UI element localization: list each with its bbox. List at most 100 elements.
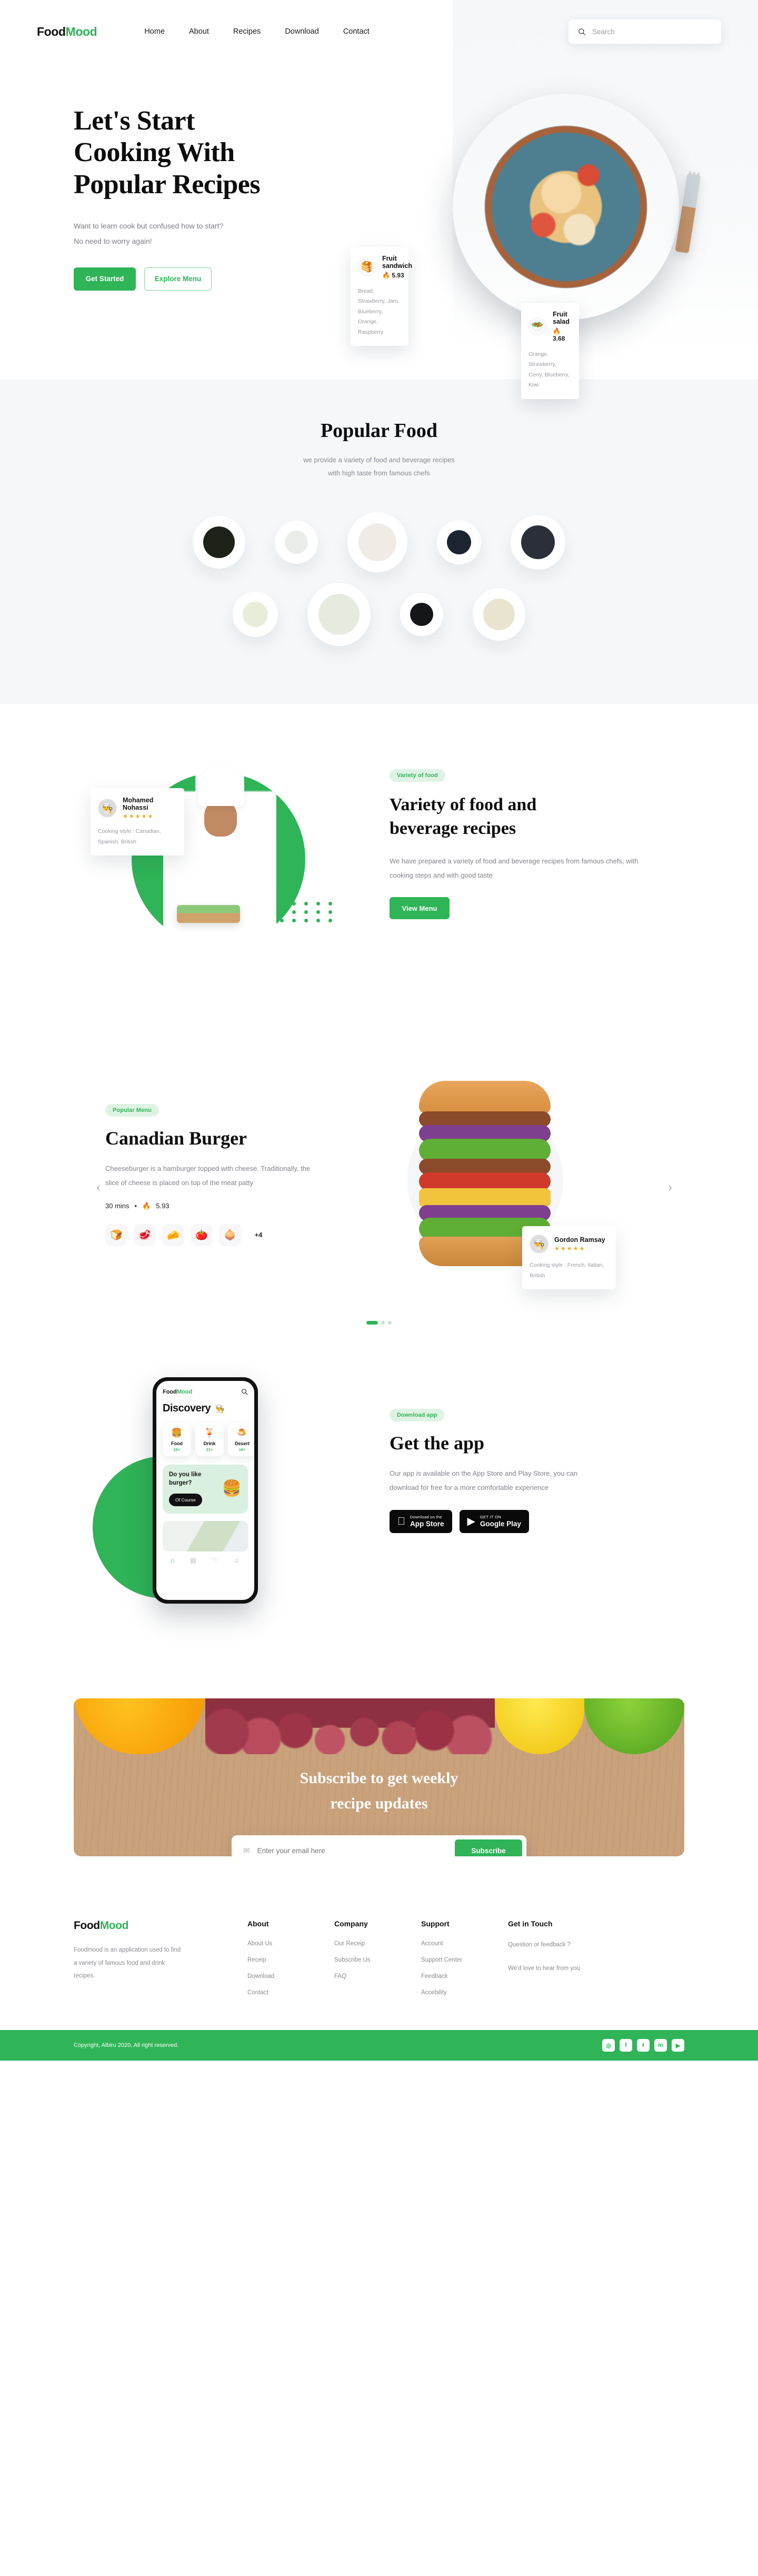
app-logo-food: Food <box>163 1388 177 1395</box>
footer-column-about: About About Us Receip Download Contact <box>247 1919 334 2004</box>
app-nav-icon-3[interactable]: ♡ <box>212 1557 218 1564</box>
logo-text-mood: Mood <box>65 24 97 38</box>
subscribe-button[interactable]: Subscribe <box>455 1839 522 1857</box>
get-app-body: Our app is available on the App Store an… <box>390 1469 578 1492</box>
search-box[interactable]: Search <box>568 19 721 44</box>
footer-link-subscribe-us[interactable]: Subscribe Us <box>334 1957 370 1963</box>
food-plate-image <box>318 594 360 635</box>
food-card-name: Fruit sandwich <box>382 255 412 270</box>
ingredient-chip-5[interactable]: 🧅 <box>219 1224 241 1246</box>
food-plate-egg-salad-toast-plate[interactable] <box>275 521 318 564</box>
food-plate-image <box>521 525 555 560</box>
footer-brand: FoodMood Foodmood is an application used… <box>74 1919 247 2004</box>
footer-get-in-touch: Get in Touch Question or feedback ? We'd… <box>508 1919 645 2004</box>
youtube-icon[interactable]: ▶ <box>672 2039 684 2052</box>
app-category-food[interactable]: 🍔 Food 15+ <box>163 1423 191 1457</box>
nav-item-recipes[interactable]: Recipes <box>233 27 261 36</box>
ingredient-chip-3[interactable]: 🧀 <box>162 1224 184 1246</box>
category-icon: 🍔 <box>171 1428 183 1438</box>
hero-title-line-2: Cooking With <box>74 137 235 168</box>
app-category-desert[interactable]: 🍮 Desert 19+ <box>228 1423 254 1457</box>
footer-link-our-receip[interactable]: Our Receip <box>334 1941 365 1947</box>
search-input[interactable]: Search <box>592 28 615 36</box>
app-nav-icon-1[interactable]: ⌂ <box>171 1557 174 1564</box>
app-nav-icon-4[interactable]: ☺ <box>234 1557 240 1564</box>
site-logo[interactable]: FoodMood <box>37 25 97 39</box>
get-app-title: Get the app <box>390 1433 484 1454</box>
footer-link-receip[interactable]: Receip <box>247 1957 266 1963</box>
carousel-pagination <box>0 1321 758 1325</box>
chef-profile-card-ramsay[interactable]: 👨‍🍳 Gordon Ramsay ★★★★★ Cooking style : … <box>522 1226 616 1290</box>
carousel-dot-1[interactable] <box>366 1321 378 1325</box>
food-plate-rainbow-veg-bowl[interactable] <box>307 583 371 647</box>
app-store-large-label: App Store <box>402 1520 444 1528</box>
variety-title: Variety of food and beverage recipes <box>390 793 663 841</box>
ingredient-chip-4[interactable]: 🍅 <box>191 1224 213 1246</box>
twitter-icon[interactable]: ŧ <box>637 2039 650 2052</box>
footer-link-support-center[interactable]: Support Center <box>421 1957 462 1963</box>
google-play-button[interactable]: ▶ GET IT ON Google Play <box>459 1509 529 1533</box>
nav-item-about[interactable]: About <box>189 27 209 36</box>
footer-link-download[interactable]: Download <box>247 1973 274 1980</box>
app-nav-icon-2[interactable]: ▤ <box>190 1557 196 1564</box>
food-plate-avocado-cucumber-bowl[interactable] <box>233 592 278 638</box>
food-plate-lentil-veg-bowl[interactable] <box>437 520 481 565</box>
subscribe-title-line-1: Subscribe to get weekly <box>300 1769 458 1787</box>
burger-title: Canadian Burger <box>105 1128 247 1149</box>
instagram-icon[interactable]: ◎ <box>602 2039 615 2052</box>
food-plate-fig-fruit-plate[interactable] <box>347 512 407 573</box>
food-card-fruit-sandwich[interactable]: 🥞 Fruit sandwich 🔥 5.93 Bread, Strawberr… <box>351 247 412 346</box>
footer-link-accebility[interactable]: Accebility <box>421 1990 447 1996</box>
get-started-button[interactable]: Get Started <box>74 267 136 291</box>
chef-profile-card[interactable]: 👨‍🍳 Mohamed Nohassi ★★★★★ Cooking style … <box>91 788 184 856</box>
ingredient-more-count[interactable]: +4 <box>247 1224 270 1246</box>
footer-link-faq[interactable]: FAQ <box>334 1973 346 1980</box>
footer-link-contact[interactable]: Contact <box>247 1990 268 1996</box>
food-plate-charcuterie-grape-plate[interactable] <box>511 515 565 570</box>
carousel-dot-2[interactable] <box>381 1321 385 1325</box>
food-card-name: Fruit salad <box>553 311 570 325</box>
variety-title-line-2: beverage recipes <box>390 819 516 839</box>
nav-item-home[interactable]: Home <box>144 27 165 36</box>
footer-link-feedback[interactable]: Feedback <box>421 1973 448 1980</box>
nav-item-download[interactable]: Download <box>285 27 319 36</box>
app-promo-banner[interactable]: Do you like burger? Of Course 🍔 <box>163 1465 248 1514</box>
email-input[interactable] <box>257 1846 455 1855</box>
footer-logo-food: Food <box>74 1919 100 1932</box>
burger-cook-time: 30 mins <box>105 1202 129 1210</box>
food-plate-waffle-dark-plate[interactable] <box>400 593 443 636</box>
hero-title-line-1: Let's Start <box>74 106 195 136</box>
footer-column-title: Support <box>421 1919 450 1928</box>
footer-link-item: Feedback <box>421 1971 508 1981</box>
explore-menu-button[interactable]: Explore Menu <box>144 267 212 291</box>
chef-cooking-style: Cooking style : Canadian, Spanish, Briti… <box>98 828 161 845</box>
popular-food-section: Popular Food we provide a variety of foo… <box>0 379 758 704</box>
carousel-dot-3[interactable] <box>388 1321 392 1325</box>
promo-button[interactable]: Of Course <box>169 1494 202 1507</box>
nav-item-contact[interactable]: Contact <box>343 27 370 36</box>
ingredient-chip-1[interactable]: 🍞 <box>105 1224 127 1246</box>
food-plate-image <box>243 602 268 628</box>
footer-link-about-us[interactable]: About Us <box>247 1941 272 1947</box>
chef-avatar: 👨‍🍳 <box>98 799 117 818</box>
play-store-large-label: Google Play <box>472 1520 521 1528</box>
footer-logo[interactable]: FoodMood <box>74 1919 247 1932</box>
food-plate-stir-fry-noodles-plate[interactable] <box>473 588 525 641</box>
burger-ingredient-chips: 🍞 🥩 🧀 🍅 🧅 +4 <box>105 1224 353 1246</box>
linkedin-icon[interactable]: in <box>654 2039 667 2052</box>
food-card-ingredients: Bread, Strawberry, Jam, Blueberry, Orang… <box>358 288 400 335</box>
app-store-button[interactable]:  Download on the App Store <box>390 1509 452 1533</box>
logo-text-food: Food <box>37 24 66 38</box>
app-bottom-nav: ⌂ ▤ ♡ ☺ <box>163 1557 248 1564</box>
get-in-touch-line-1: Question or feedback ? <box>508 1942 571 1948</box>
view-menu-button[interactable]: View Menu <box>390 897 450 920</box>
flame-icon: 🔥 <box>142 1201 151 1210</box>
footer-link-account[interactable]: Account <box>421 1941 443 1947</box>
food-plate-green-salad-dark-plate[interactable] <box>193 516 245 569</box>
app-category-drink[interactable]: 🍹 Drink 21+ <box>195 1423 224 1457</box>
search-icon[interactable] <box>241 1388 248 1395</box>
ingredient-chip-2[interactable]: 🥩 <box>134 1224 156 1246</box>
facebook-icon[interactable]: f <box>620 2039 632 2052</box>
food-card-fruit-salad[interactable]: 🥗 Fruit salad 🔥 3.68 Orange, Strawberry,… <box>521 303 579 399</box>
popular-subtitle-line-2: with high taste from famous chefs <box>328 469 430 477</box>
